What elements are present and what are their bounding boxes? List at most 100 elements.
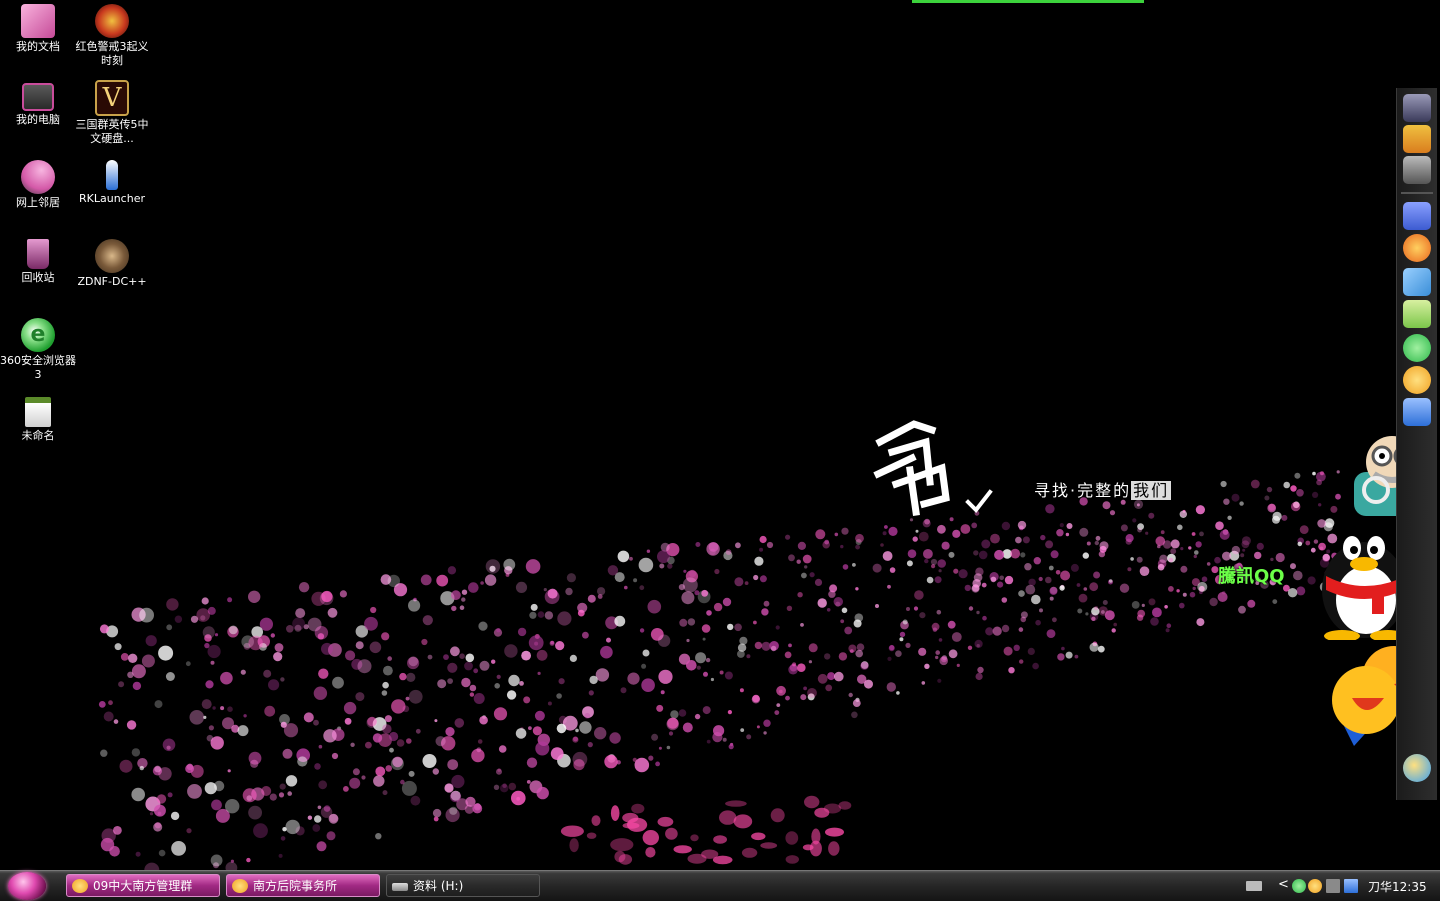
bokeh-light [1120,524,1128,532]
bokeh-light [113,826,122,835]
wallpaper-bokeh [98,470,1344,870]
bokeh-light [1057,653,1065,661]
bokeh-light [572,751,588,767]
bokeh-light [860,661,869,670]
bokeh-light [387,656,393,661]
network-tray-icon[interactable] [1326,879,1340,893]
bokeh-light [937,524,946,534]
bokeh-light [566,573,577,583]
media-player-icon[interactable] [1403,234,1431,262]
bokeh-light [1119,583,1130,593]
bokeh-light [695,652,707,664]
hearing-app-icon[interactable] [1403,398,1431,426]
bokeh-light [1165,628,1170,633]
bokeh-light [740,728,745,732]
printer-icon[interactable] [1403,300,1431,328]
chat-bubbles-icon[interactable] [1403,754,1431,782]
bokeh-light [896,691,900,695]
game-portrait-icon[interactable] [1403,94,1431,122]
task-button-drive-h[interactable]: 资料 (H:) [386,874,540,897]
desktop-icon-red-alert-3[interactable]: 红色警戒3起义时刻 [74,4,150,68]
desktop-icon-recycle-bin[interactable]: 回收站 [0,239,76,285]
document-viewer-icon[interactable] [1403,202,1431,230]
bokeh-light [683,569,687,573]
bokeh-light [1287,588,1298,598]
bokeh-light [447,678,453,684]
bokeh-light [842,564,849,570]
bokeh-light [1018,590,1025,597]
bokeh-light [921,681,926,685]
bokeh-light [506,690,517,700]
desktop-icon-zdnf-dcpp[interactable]: ZDNF-DC++ [74,239,150,289]
bokeh-light [809,572,815,578]
bokeh-light [1281,514,1288,521]
bokeh-light [604,754,618,769]
bokeh-light [681,591,695,605]
bokeh-light [303,712,314,723]
bokeh-light [408,599,421,612]
bokeh-light [1098,550,1106,558]
bokeh-light [624,585,628,590]
bokeh-light [744,581,749,585]
bokeh-light [899,631,906,638]
start-button[interactable] [8,872,46,900]
bokeh-light [702,637,706,641]
bokeh-light [496,674,501,680]
bokeh-light [1133,499,1144,509]
bokeh-light [641,678,655,692]
bokeh-light [391,699,406,714]
bokeh-light [131,664,146,679]
rollercoaster-tycoon-2-icon[interactable] [1403,125,1431,153]
bokeh-light [1045,540,1054,549]
bokeh-light [971,522,978,529]
bokeh-light [174,615,183,623]
bokeh-light [763,600,770,607]
bokeh-light [1136,556,1143,563]
bokeh-light [759,535,767,544]
desktop-icon-my-documents[interactable]: 我的文档 [0,4,76,54]
bird-app-icon[interactable] [1403,268,1431,296]
bokeh-light [485,559,501,574]
desktop-icon-360-browser[interactable]: e 360安全浏览器 3 [0,318,76,382]
bokeh-light [855,533,864,543]
bokeh-light [1094,540,1100,546]
task-button-qq-group-1[interactable]: 09中大南方管理群 [66,874,220,897]
bokeh-light [785,534,791,540]
bokeh-light [201,597,209,605]
monitor-tray-icon[interactable] [1344,879,1358,893]
360-safe-tray-icon[interactable] [1292,879,1306,893]
task-button-qq-group-2[interactable]: 南方后院事务所 [226,874,380,897]
bokeh-light [127,671,134,678]
desktop-icon-my-computer[interactable]: 我的电脑 [0,83,76,127]
desktop-icon-untitled-image[interactable]: 未命名 [0,397,76,443]
city-game-icon[interactable] [1403,156,1431,184]
bokeh-light [1209,597,1218,607]
desktop[interactable]: 我的文档 红色警戒3起义时刻 我的电脑 V 三国群英传5中文硬盘... 网上邻居… [0,0,1440,870]
tray-expand-arrow[interactable]: < [1278,877,1289,892]
bokeh-light [1182,592,1187,597]
bokeh-light [103,711,114,722]
taskbar-clock[interactable]: 刀华12:35 [1368,878,1427,895]
desktop-icon-rklauncher[interactable]: RKLauncher [74,160,150,206]
bokeh-light [352,768,360,776]
bokeh-light [1032,662,1039,670]
bokeh-light [343,786,349,792]
bokeh-light [751,695,761,704]
dock-separator [1401,192,1433,194]
bokeh-light [642,649,650,657]
bokeh-light [1108,579,1113,583]
bokeh-light [357,659,372,674]
bokeh-light [1195,541,1202,548]
bokeh-light [264,705,276,717]
desktop-icon-network-places[interactable]: 网上邻居 [0,160,76,210]
pen-app-icon[interactable] [1403,334,1431,362]
bokeh-light [318,744,323,749]
bokeh-light [1132,518,1137,523]
qq-tray-icon[interactable] [1308,879,1322,893]
bokeh-light [1025,584,1036,595]
bokeh-light [1059,523,1064,528]
music-app-icon[interactable] [1403,366,1431,394]
keyboard-icon[interactable] [1246,881,1262,891]
desktop-icon-sanguo-5[interactable]: V 三国群英传5中文硬盘... [74,80,150,146]
bokeh-light [344,717,352,725]
